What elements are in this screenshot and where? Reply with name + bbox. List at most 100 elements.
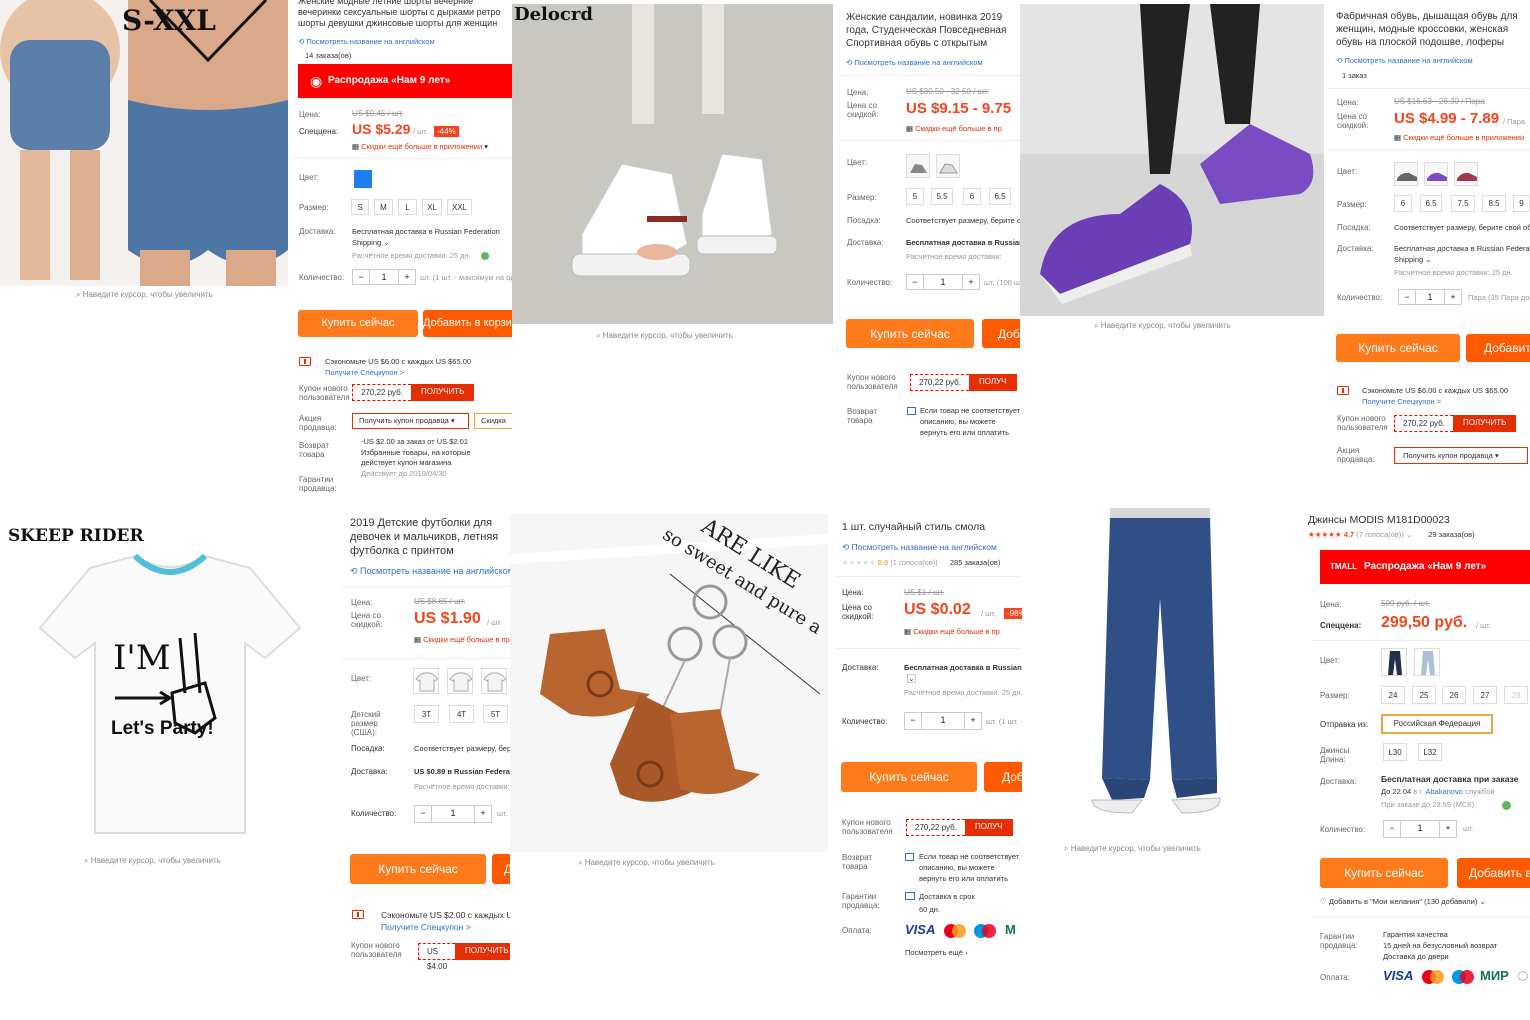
size-option[interactable]: 6.5 — [1420, 195, 1442, 212]
size-option[interactable]: 26 — [1442, 686, 1466, 704]
size-option[interactable]: XXL — [447, 199, 472, 215]
qty-minus-button[interactable]: − — [907, 275, 923, 289]
qty-value[interactable]: 1 — [431, 806, 475, 822]
get-coupon-button[interactable]: ПОЛУЧИТЬ — [455, 943, 512, 960]
color-swatch[interactable] — [906, 154, 930, 178]
get-seller-coupon-dropdown[interactable]: Получить купон продавца ▾ — [1394, 447, 1528, 464]
rating-dropdown-icon[interactable]: ⌄ — [1406, 530, 1412, 539]
product-image-shorts[interactable]: S-XXL — [0, 0, 288, 286]
qty-minus-button[interactable]: − — [1384, 821, 1400, 837]
qty-plus-button[interactable]: + — [965, 713, 981, 729]
size-option[interactable]: 3T — [414, 705, 439, 723]
qty-minus-button[interactable]: − — [415, 806, 431, 822]
qty-value[interactable]: 1 — [1400, 821, 1440, 837]
size-option[interactable]: 24 — [1381, 686, 1405, 704]
color-swatch-red[interactable] — [1454, 162, 1478, 186]
color-swatch-grey[interactable] — [1394, 162, 1418, 186]
rating-votes[interactable]: (1 голоса(ов)) — [890, 558, 938, 567]
qty-plus-button[interactable]: + — [475, 806, 491, 822]
quantity-stepper[interactable]: − 1 + — [414, 805, 492, 823]
get-coupon-button[interactable]: ПОЛУЧИТЬ — [1452, 415, 1517, 432]
add-to-cart-button[interactable]: Добавить в корзину — [1466, 334, 1530, 362]
product-image-jeans[interactable] — [1032, 508, 1304, 840]
get-coupon-button[interactable]: ПОЛУЧИТЬ — [410, 384, 475, 401]
size-option[interactable]: 5.5 — [931, 188, 953, 205]
qty-plus-button[interactable]: + — [963, 275, 979, 289]
size-option[interactable]: 7.5 — [1451, 195, 1475, 212]
get-coupon-button[interactable]: ПОЛУЧ — [968, 374, 1017, 391]
size-option[interactable]: 4T — [449, 705, 474, 723]
product-image-tshirt[interactable]: SKEEP RIDER I'M Let's Party! — [0, 508, 340, 848]
buy-now-button[interactable]: Купить сейчас — [841, 762, 977, 792]
size-option[interactable]: XL — [422, 199, 442, 215]
qty-value[interactable]: 1 — [1415, 290, 1445, 304]
product-image-sneakers[interactable] — [1020, 4, 1324, 316]
qty-plus-button[interactable]: + — [1445, 290, 1461, 304]
color-swatch-light[interactable] — [1414, 648, 1440, 676]
size-option[interactable]: 5 — [906, 188, 924, 205]
info-icon[interactable] — [481, 252, 489, 260]
product-image-sandals[interactable]: Delocrd — [512, 4, 833, 324]
buy-now-button[interactable]: Купить сейчас — [1320, 858, 1448, 888]
size-option[interactable]: 8.5 — [1482, 195, 1506, 212]
next-arrow-icon[interactable] — [1518, 971, 1528, 981]
qty-minus-button[interactable]: − — [1399, 290, 1415, 304]
color-swatch[interactable] — [413, 668, 439, 694]
size-option[interactable]: L — [398, 199, 417, 215]
app-discount-link[interactable]: ▦ Скидки ещё больше в приложении — [1394, 133, 1524, 142]
wishlist-link[interactable]: ♡ Добавить в "Мои желания" (130 добавили… — [1320, 897, 1530, 906]
add-to-cart-button[interactable]: Добавить в корзину — [423, 310, 512, 337]
color-swatch[interactable] — [936, 154, 960, 178]
quantity-stepper[interactable]: − 1 + — [1383, 820, 1457, 838]
color-swatch[interactable] — [481, 668, 507, 694]
buy-now-button[interactable]: Купить сейчас — [846, 319, 974, 348]
app-discount-link[interactable]: ▦ Скидки ещё больше в пр — [904, 627, 1000, 636]
size-option[interactable]: M — [374, 199, 393, 215]
info-icon[interactable] — [1502, 801, 1511, 810]
size-option[interactable]: S — [351, 199, 369, 215]
buy-now-button[interactable]: Купить сейчас — [298, 310, 418, 337]
shipping-method[interactable]: Shipping ⌄ — [352, 238, 390, 247]
add-to-cart-button[interactable]: Добавить в корзину — [1457, 858, 1530, 888]
add-to-cart-button[interactable]: Доб — [492, 854, 512, 884]
size-option[interactable]: 28 — [1504, 686, 1528, 704]
qty-minus-button[interactable]: − — [353, 270, 369, 284]
shipping-dropdown-icon[interactable]: ⌄ — [907, 674, 916, 683]
qty-plus-button[interactable]: + — [1440, 821, 1456, 837]
color-swatch-purple[interactable] — [1424, 162, 1448, 186]
size-option[interactable]: 27 — [1473, 686, 1497, 704]
buy-now-button[interactable]: Купить сейчас — [1336, 334, 1460, 362]
size-option[interactable]: 9 — [1513, 195, 1530, 212]
view-english-link[interactable]: ⟲ Посмотреть название на английском — [846, 58, 983, 67]
rating-votes[interactable]: (7 голоса(ов)) — [1356, 530, 1404, 539]
length-option[interactable]: L32 — [1418, 743, 1442, 761]
qty-value[interactable]: 1 — [921, 713, 965, 729]
more-payment-link[interactable]: Посмотреть ещё › — [905, 948, 968, 957]
qty-minus-button[interactable]: − — [905, 713, 921, 729]
get-seller-coupon-dropdown[interactable]: Получить купон продавца ▾ — [352, 413, 469, 429]
qty-value[interactable]: 1 — [923, 275, 963, 289]
size-option[interactable]: 6 — [963, 188, 981, 205]
add-to-cart-button[interactable]: Доб — [984, 762, 1022, 792]
size-option[interactable]: 5T — [483, 705, 508, 723]
ship-from-option[interactable]: Российская Федерация — [1381, 714, 1493, 734]
buy-now-button[interactable]: Купить сейчас — [350, 854, 486, 884]
view-english-link[interactable]: ⟲ Посмотреть название на английском — [842, 542, 997, 553]
add-to-cart-button[interactable]: Доб — [982, 319, 1022, 348]
size-option[interactable]: 25 — [1412, 686, 1436, 704]
view-english-link[interactable]: ⟲ Посмотреть название на английском — [350, 566, 512, 577]
view-english-link[interactable]: ⟲ Посмотреть название на английском — [298, 37, 435, 46]
discount-tab[interactable]: Скидка — [474, 413, 512, 429]
color-swatch[interactable] — [447, 668, 473, 694]
product-image-keychain[interactable]: ARE LIKE so sweet and pure a — [510, 514, 828, 852]
size-option[interactable]: 6 — [1394, 195, 1412, 212]
view-english-link[interactable]: ⟲ Посмотреть название на английском — [1336, 56, 1473, 65]
quantity-stepper[interactable]: − 1 + — [906, 274, 980, 290]
app-discount-link[interactable]: ▦ Скидки ещё больше в пр — [906, 124, 1002, 133]
qty-plus-button[interactable]: + — [399, 270, 415, 284]
size-option[interactable]: 6.5 — [989, 188, 1011, 205]
app-discount-link[interactable]: ▦ Скидки ещё больше в приложении — [414, 635, 512, 644]
get-special-coupon-link[interactable]: Получите Спецкупон > — [381, 922, 471, 932]
app-discount-link[interactable]: ▦ Скидки ещё больше в приложении ▾ — [352, 142, 488, 151]
quantity-stepper[interactable]: − 1 + — [1398, 289, 1462, 305]
